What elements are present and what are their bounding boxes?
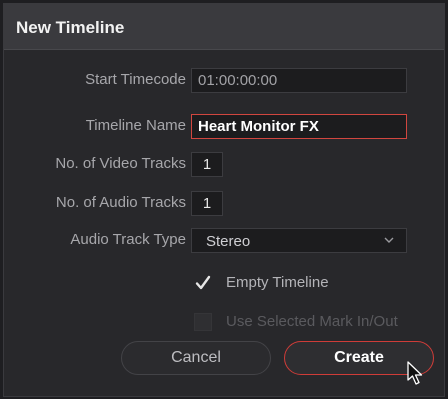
video-tracks-label: No. of Video Tracks — [55, 155, 186, 172]
new-timeline-dialog: New Timeline Start Timecode 01:00:00:00 … — [3, 3, 445, 397]
audio-track-type-value: Stereo — [206, 233, 251, 250]
video-tracks-input[interactable]: 1 — [191, 152, 223, 177]
timeline-name-input[interactable]: Heart Monitor FX — [191, 114, 407, 139]
audio-tracks-input[interactable]: 1 — [191, 191, 223, 216]
chevron-down-icon — [384, 237, 394, 243]
use-mark-in-out-label: Use Selected Mark In/Out — [226, 313, 398, 330]
empty-timeline-label: Empty Timeline — [226, 274, 329, 291]
dialog-title: New Timeline — [16, 18, 125, 37]
start-timecode-label: Start Timecode — [85, 71, 186, 88]
start-timecode-input[interactable]: 01:00:00:00 — [191, 68, 407, 93]
cancel-button[interactable]: Cancel — [121, 341, 271, 375]
checkmark-icon — [195, 275, 211, 290]
audio-tracks-label: No. of Audio Tracks — [55, 194, 186, 211]
timeline-name-label: Timeline Name — [85, 117, 186, 134]
dialog-titlebar[interactable]: New Timeline — [4, 4, 444, 50]
empty-timeline-checkbox[interactable] — [194, 274, 212, 292]
audio-track-type-select[interactable]: Stereo — [191, 228, 407, 253]
use-mark-in-out-checkbox — [194, 313, 212, 331]
mouse-pointer-icon — [407, 361, 423, 385]
audio-track-type-label: Audio Track Type — [70, 231, 186, 248]
